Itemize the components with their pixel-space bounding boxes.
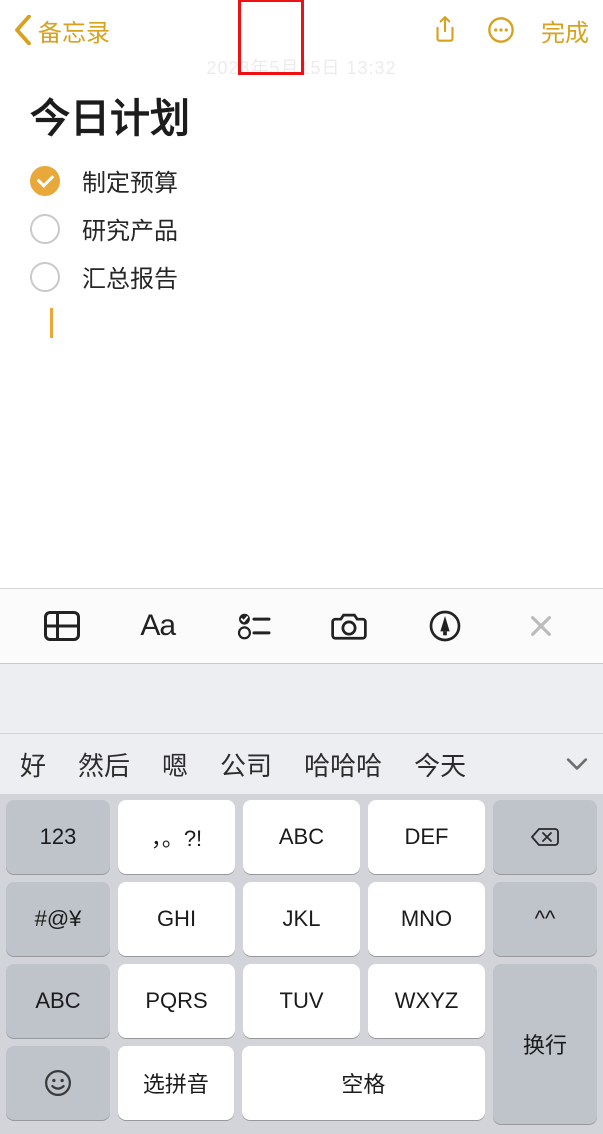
candidate-word[interactable]: 今天 [398,746,482,783]
checkbox-icon[interactable] [30,262,60,292]
share-button[interactable] [423,8,467,52]
note-content[interactable]: 2023年5月15日 13:32 今日计划 制定预算 研究产品 汇总报告 [0,60,603,588]
keyboard-gap [0,664,603,734]
markup-button[interactable] [417,598,473,654]
key-emoji[interactable] [6,1046,110,1120]
candidate-expand-button[interactable] [555,742,599,786]
checkbox-icon[interactable] [30,214,60,244]
key-abc2[interactable]: ABC [243,800,360,874]
chevron-down-icon [566,757,588,771]
close-icon [529,614,553,638]
key-mno[interactable]: MNO [368,882,485,956]
candidate-bar: 好 然后 嗯 公司 哈哈哈 今天 [0,734,603,794]
text-cursor [50,308,53,338]
format-toolbar: Aa [0,588,603,664]
table-button[interactable] [34,598,90,654]
header-bar: 备忘录 完成 [0,0,603,60]
share-icon [432,15,458,45]
key-return[interactable]: 换行 [493,964,597,1124]
candidate-word[interactable]: 嗯 [146,746,204,783]
candidate-word[interactable]: 好 [4,746,62,783]
more-button[interactable] [479,8,523,52]
key-ghi[interactable]: GHI [118,882,235,956]
key-punct[interactable]: ，。?! [118,800,235,874]
checklist-item[interactable]: 制定预算 [30,158,573,206]
checklist-text[interactable]: 汇总报告 [82,259,178,294]
checklist-icon [237,611,271,641]
note-title[interactable]: 今日计划 [30,86,573,144]
key-pinyin[interactable]: 选拼音 [118,1046,234,1120]
key-symbols[interactable]: #@¥ [6,882,110,956]
candidate-word[interactable]: 公司 [204,746,288,783]
camera-button[interactable] [321,598,377,654]
checklist-button[interactable] [226,598,282,654]
key-jkl[interactable]: JKL [243,882,360,956]
key-delete[interactable] [493,800,597,874]
note-timestamp: 2023年5月15日 13:32 [30,54,573,80]
checklist-text[interactable]: 研究产品 [82,211,178,246]
close-toolbar-button[interactable] [513,598,569,654]
key-def[interactable]: DEF [368,800,485,874]
emoji-icon [43,1068,73,1098]
chevron-left-icon [14,15,32,45]
key-space[interactable]: 空格 [242,1046,485,1120]
back-label: 备忘录 [38,13,110,48]
pen-circle-icon [429,610,461,642]
table-icon [44,611,80,641]
done-button[interactable]: 完成 [541,13,589,48]
key-123[interactable]: 123 [6,800,110,874]
checkbox-icon[interactable] [30,166,60,196]
text-format-button[interactable]: Aa [130,598,186,654]
key-tuv[interactable]: TUV [243,964,360,1038]
camera-icon [331,611,367,641]
checklist-item[interactable]: 汇总报告 [30,254,573,302]
candidate-word[interactable]: 哈哈哈 [288,746,398,783]
key-pqrs[interactable]: PQRS [118,964,235,1038]
keyboard: 好 然后 嗯 公司 哈哈哈 今天 123 #@¥ ABC [0,664,603,1134]
checklist-item[interactable]: 研究产品 [30,206,573,254]
back-button[interactable]: 备忘录 [14,13,110,48]
delete-icon [530,822,560,852]
candidate-word[interactable]: 然后 [62,746,146,783]
key-wxyz[interactable]: WXYZ [368,964,485,1038]
ellipsis-circle-icon [487,16,515,44]
checklist-text[interactable]: 制定预算 [82,163,178,198]
key-abc[interactable]: ABC [6,964,110,1038]
key-caret[interactable]: ^^ [493,882,597,956]
